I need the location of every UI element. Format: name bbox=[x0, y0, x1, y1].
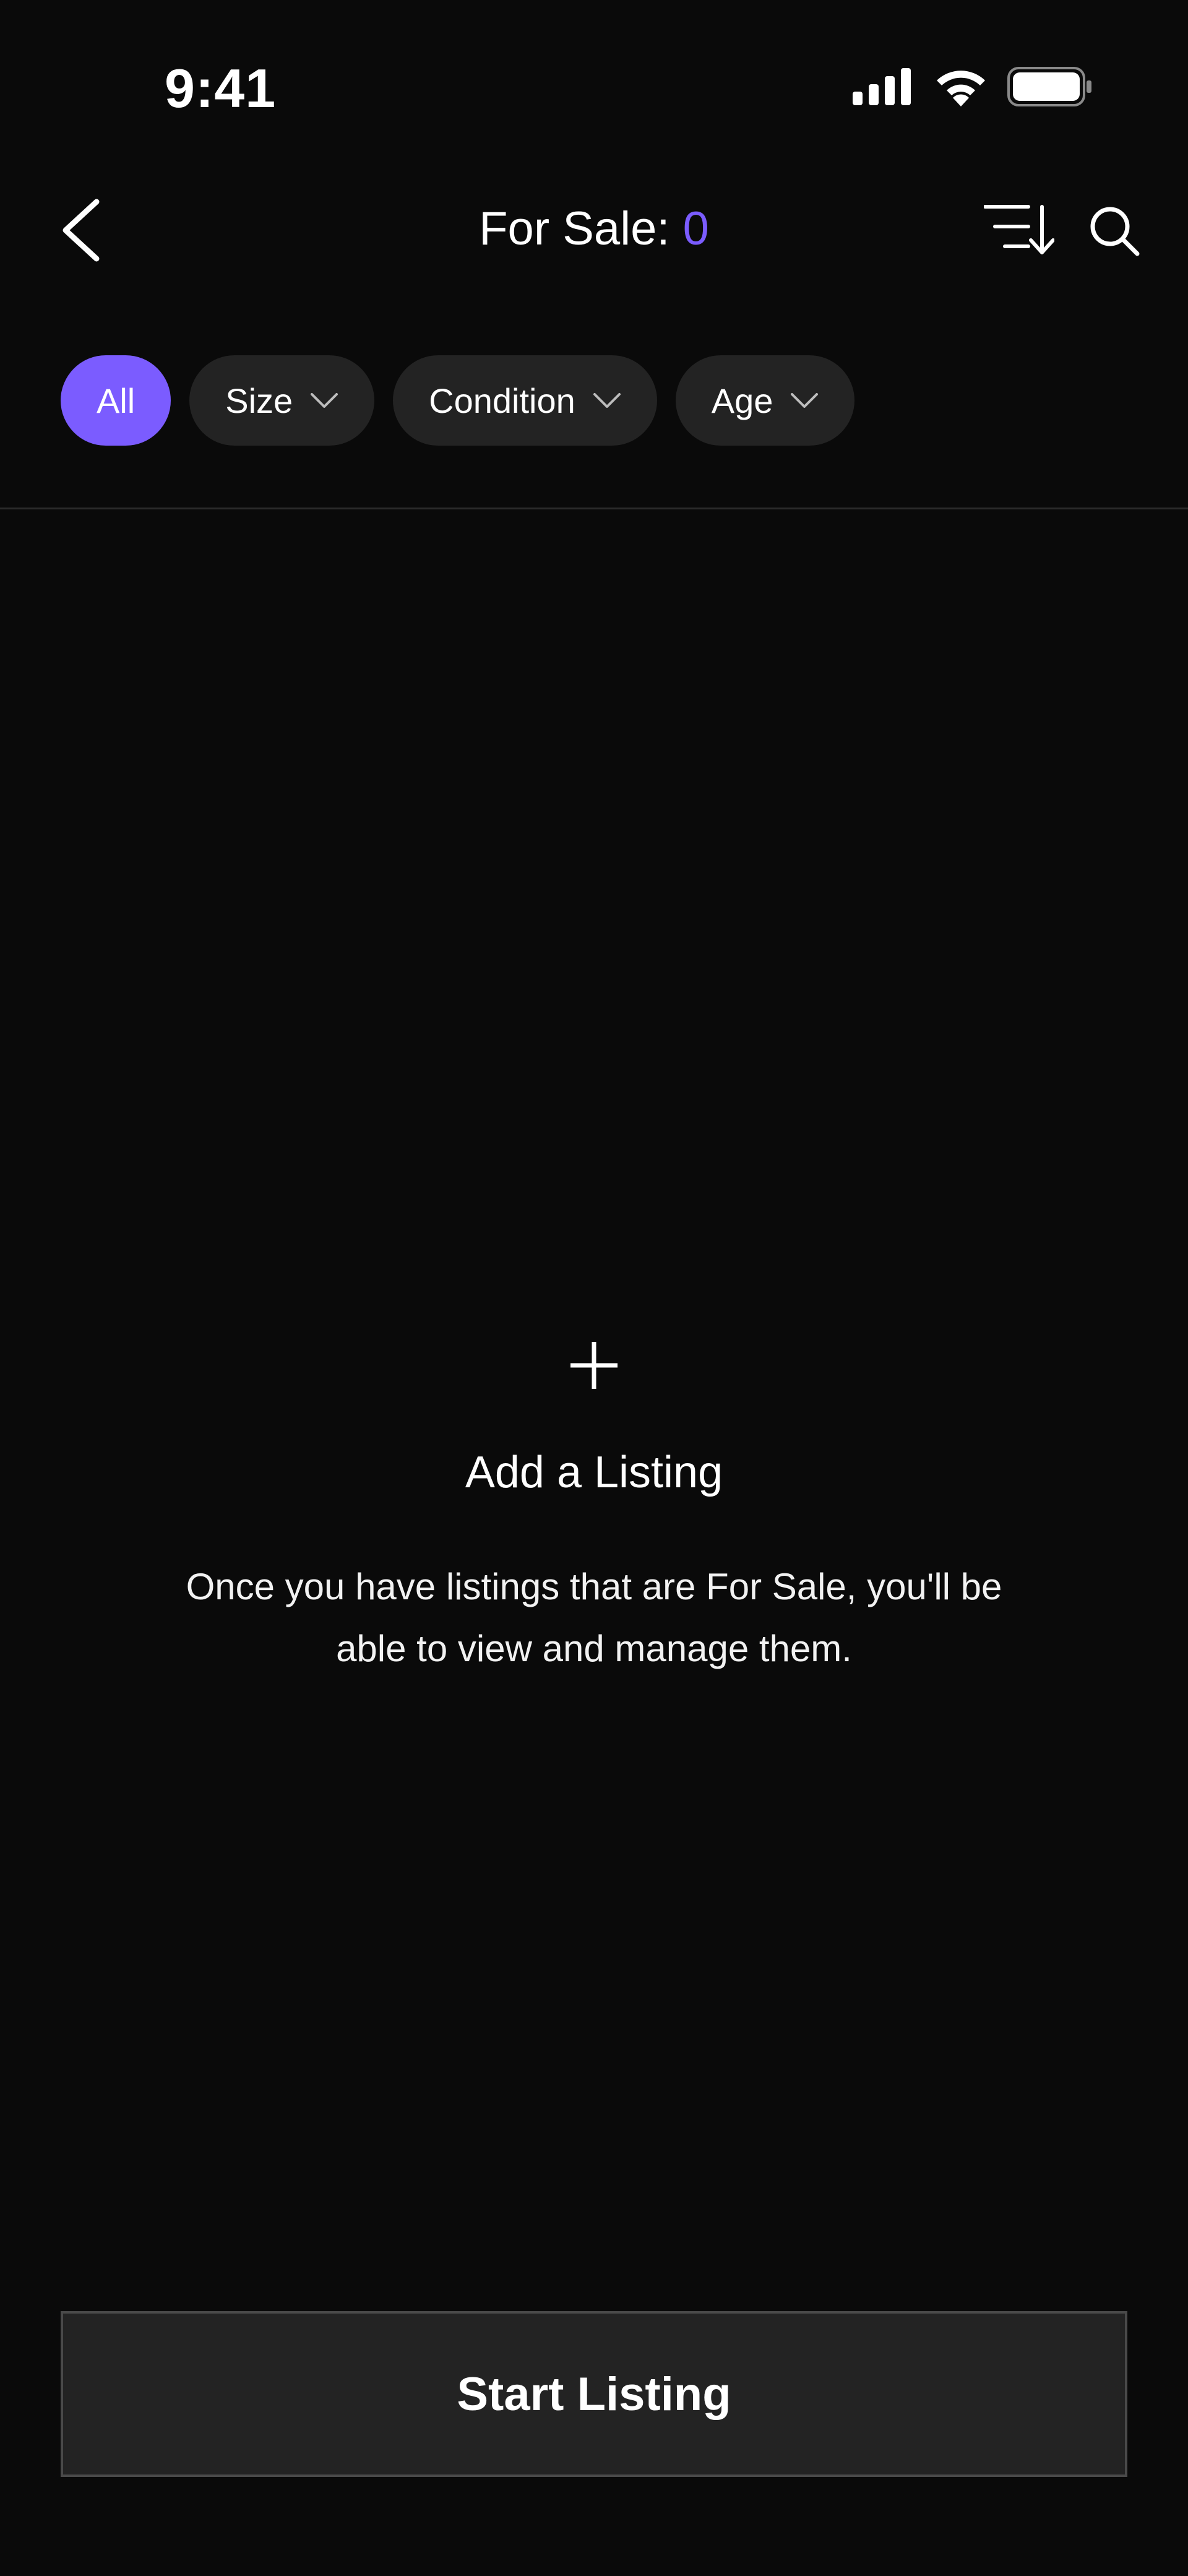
filter-chip-size[interactable]: Size bbox=[189, 355, 375, 446]
filter-chip-label: Age bbox=[711, 381, 773, 420]
filter-chip-label: All bbox=[97, 381, 136, 420]
chevron-down-icon bbox=[791, 393, 819, 408]
chevron-down-icon bbox=[311, 393, 338, 408]
empty-state-description: Once you have listings that are For Sale… bbox=[186, 1566, 1002, 1669]
filter-chip-all[interactable]: All bbox=[61, 355, 171, 446]
status-bar: 9:41 bbox=[0, 0, 1188, 149]
header-divider bbox=[0, 508, 1188, 509]
header: For Sale: 0 bbox=[0, 186, 1188, 272]
filter-chip-label: Condition bbox=[429, 381, 575, 420]
battery-icon bbox=[1007, 67, 1091, 106]
filter-bar: All Size Condition Age bbox=[61, 355, 855, 446]
empty-state-title: Add a Listing bbox=[465, 1448, 723, 1497]
filter-chip-condition[interactable]: Condition bbox=[393, 355, 657, 446]
start-listing-button[interactable]: Start Listing bbox=[61, 2311, 1127, 2477]
listing-count: 0 bbox=[682, 202, 709, 255]
chevron-down-icon bbox=[593, 393, 621, 408]
wifi-icon bbox=[937, 71, 985, 106]
start-listing-label: Start Listing bbox=[457, 2367, 731, 2421]
plus-icon[interactable] bbox=[569, 1341, 619, 1390]
search-icon[interactable] bbox=[1088, 204, 1140, 256]
status-time: 9:41 bbox=[165, 58, 277, 119]
filter-chip-label: Size bbox=[225, 381, 293, 420]
page-title-label: For Sale: bbox=[479, 202, 683, 255]
sort-icon[interactable] bbox=[984, 203, 1054, 255]
filter-chip-age[interactable]: Age bbox=[675, 355, 855, 446]
signal-icon bbox=[853, 68, 911, 105]
